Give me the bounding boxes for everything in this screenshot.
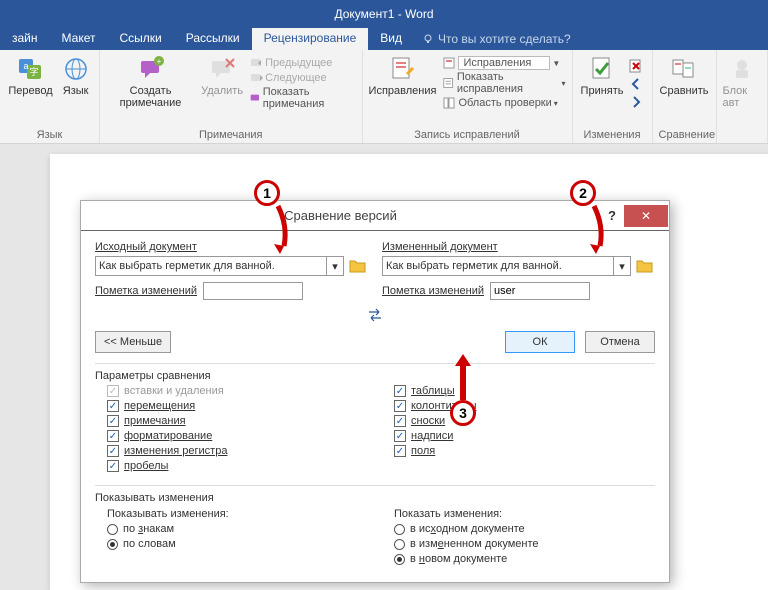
dialog-title: Сравнение версий [81, 208, 600, 223]
folder-icon [636, 258, 654, 274]
block-icon [727, 54, 757, 84]
radio-in-changed[interactable]: в измененном документе [394, 538, 655, 550]
new-comment-button[interactable]: + Создать примечание [106, 54, 195, 109]
annotation-arrow-3 [448, 350, 478, 406]
mark-source-input[interactable] [203, 282, 303, 300]
swap-button[interactable] [95, 308, 655, 325]
params-title: Параметры сравнения [95, 363, 655, 382]
reject-icon[interactable] [628, 58, 644, 74]
svg-text:+: + [156, 57, 161, 66]
cb-inserts: ✓вставки и удаления [107, 385, 368, 397]
compare-button[interactable]: Сравнить [660, 54, 709, 97]
cb-moves[interactable]: ✓перемещения [107, 400, 368, 412]
changed-doc-combo[interactable]: Как выбрать герметик для ванной. ▾ [382, 256, 631, 276]
track-mode-combo[interactable]: Исправления▼ [442, 56, 565, 70]
delete-comment-icon [207, 54, 237, 84]
swap-icon [367, 308, 383, 322]
annotation-marker-3: 3 [450, 400, 476, 426]
tracking-button[interactable]: Исправления [369, 54, 437, 97]
tab-design[interactable]: зайн [0, 28, 50, 50]
review-pane-icon [442, 96, 456, 110]
annotation-marker-2: 2 [570, 180, 596, 206]
compare-icon [669, 54, 699, 84]
group-compare-label: Сравнение [659, 129, 710, 141]
lightbulb-icon [422, 33, 434, 45]
annotation-marker-1: 1 [254, 180, 280, 206]
group-tracking-label: Запись исправлений [369, 129, 566, 141]
tab-references[interactable]: Ссылки [107, 28, 173, 50]
chevron-down-icon: ▾ [326, 257, 343, 275]
show-changes-title: Показывать изменения [95, 485, 655, 504]
cb-footnotes[interactable]: ✓сноски [394, 415, 655, 427]
annotation-arrow-2 [582, 200, 612, 258]
delete-comment-button[interactable]: Удалить [201, 54, 243, 97]
show-markup-icon [442, 76, 454, 90]
next-comment-button[interactable]: Следующее [249, 71, 355, 85]
ok-button[interactable]: ОК [505, 331, 575, 353]
source-doc-label: Исходный документ [95, 241, 368, 253]
annotation-arrow-1 [266, 200, 296, 258]
show-changes-label: Показывать изменения: [107, 508, 368, 520]
cb-fields[interactable]: ✓поля [394, 445, 655, 457]
translate-button[interactable]: a字 Перевод [8, 54, 52, 97]
group-changes-label: Изменения [579, 129, 646, 141]
tab-review[interactable]: Рецензирование [252, 28, 369, 50]
tab-layout[interactable]: Макет [50, 28, 108, 50]
language-icon [61, 54, 91, 84]
accept-icon [587, 54, 617, 84]
prev-change-icon[interactable] [628, 76, 644, 92]
tab-view[interactable]: Вид [368, 28, 414, 50]
less-button[interactable]: << Меньше [95, 331, 171, 353]
block-authors-button[interactable]: Блок авт [723, 54, 761, 109]
group-language-label: Язык [6, 129, 93, 141]
radio-in-source[interactable]: в исходном документе [394, 523, 655, 535]
source-doc-combo[interactable]: Как выбрать герметик для ванной. ▾ [95, 256, 344, 276]
new-comment-icon: + [136, 54, 166, 84]
tell-me-search[interactable]: Что вы хотите сделать? [422, 28, 571, 50]
app-titlebar: Документ1 - Word [0, 0, 768, 28]
svg-text:字: 字 [29, 66, 38, 77]
radio-in-new[interactable]: в новом документе [394, 553, 655, 565]
language-button[interactable]: Язык [61, 54, 91, 97]
cb-tables[interactable]: ✓таблицы [394, 385, 655, 397]
cb-formatting[interactable]: ✓форматирование [107, 430, 368, 442]
svg-text:a: a [23, 61, 28, 71]
mark-source-label: Пометка изменений [95, 285, 197, 297]
show-markup-button[interactable]: Показать исправления▾ [442, 71, 565, 95]
cb-case[interactable]: ✓изменения регистра [107, 445, 368, 457]
next-change-icon[interactable] [628, 94, 644, 110]
ribbon-tabs: зайн Макет Ссылки Рассылки Рецензировани… [0, 28, 768, 50]
show-comments-icon [249, 91, 261, 105]
ribbon: a字 Перевод Язык Язык + Создать примечани… [0, 50, 768, 144]
track-mode-icon [442, 56, 456, 70]
cb-captions[interactable]: ✓надписи [394, 430, 655, 442]
chevron-down-icon: ▾ [613, 257, 630, 275]
radio-by-words[interactable]: по словам [107, 538, 368, 550]
prev-icon [249, 56, 263, 70]
group-comments-label: Примечания [106, 129, 356, 141]
cancel-button[interactable]: Отмена [585, 331, 655, 353]
radio-by-chars[interactable]: по знакам [107, 523, 368, 535]
source-browse-button[interactable] [348, 256, 368, 276]
tracking-icon [387, 54, 417, 84]
translate-icon: a字 [16, 54, 46, 84]
changed-browse-button[interactable] [635, 256, 655, 276]
next-icon [249, 71, 263, 85]
changed-doc-label: Измененный документ [382, 241, 655, 253]
review-pane-button[interactable]: Область проверки▾ [442, 96, 565, 110]
accept-button[interactable]: Принять [581, 54, 624, 110]
tab-mailings[interactable]: Рассылки [174, 28, 252, 50]
cb-whitespace[interactable]: ✓пробелы [107, 460, 368, 472]
cb-headers[interactable]: ✓колонтитулы [394, 400, 655, 412]
app-title: Документ1 - Word [334, 7, 433, 21]
folder-icon [349, 258, 367, 274]
mark-changed-input[interactable] [490, 282, 590, 300]
tell-me-label: Что вы хотите сделать? [438, 32, 571, 46]
cb-comments[interactable]: ✓примечания [107, 415, 368, 427]
mark-changed-label: Пометка изменений [382, 285, 484, 297]
dialog-close-button[interactable]: ✕ [624, 205, 668, 227]
show-comments-button[interactable]: Показать примечания [249, 86, 355, 110]
prev-comment-button[interactable]: Предыдущее [249, 56, 355, 70]
show-in-label: Показать изменения: [394, 508, 655, 520]
